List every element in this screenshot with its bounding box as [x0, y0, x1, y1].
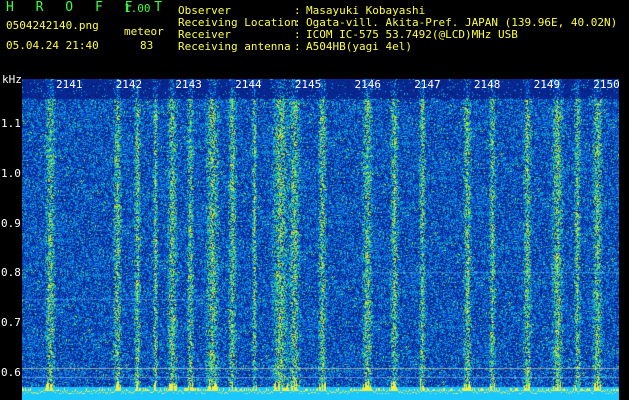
y-tick-label: 0.6 — [1, 366, 21, 379]
x-tick-label: 2144 — [235, 78, 262, 91]
hroft-window: H R O F F T 1.00 0504242140.png meteor 0… — [0, 0, 629, 400]
x-tick-label: 2145 — [294, 78, 322, 91]
info-antenna: Receiving antenna: A504HB(yagi 4el) — [178, 40, 412, 53]
x-tick-label: 2142 — [115, 78, 143, 91]
meteor-count: 83 — [140, 39, 154, 52]
file-name: 0504242140.png — [6, 19, 99, 32]
info-key: Receiving antenna — [178, 40, 291, 53]
y-tick-label: 1.0 — [1, 167, 21, 180]
x-tick-label: 2147 — [414, 78, 441, 91]
x-tick-label: 2141 — [56, 78, 83, 91]
x-tick-label: 2150 — [593, 78, 620, 91]
x-tick-label: 2148 — [473, 78, 501, 91]
x-tick-label: 2146 — [354, 78, 382, 91]
y-tick-label: 0.7 — [1, 316, 21, 329]
y-tick-label: 0.8 — [1, 266, 21, 279]
x-tick-label: 2149 — [533, 78, 561, 91]
app-version: 1.00 — [124, 2, 151, 15]
x-tick-label: 2143 — [175, 78, 202, 91]
y-axis-unit: kHz — [2, 73, 22, 86]
y-tick-label: 0.9 — [1, 217, 21, 230]
spectrogram[interactable] — [22, 79, 619, 400]
mode-label: meteor — [124, 25, 164, 38]
info-value: A504HB(yagi 4el) — [306, 40, 412, 53]
y-tick-label: 1.1 — [1, 117, 21, 130]
timestamp: 05.04.24 21:40 — [6, 39, 99, 52]
